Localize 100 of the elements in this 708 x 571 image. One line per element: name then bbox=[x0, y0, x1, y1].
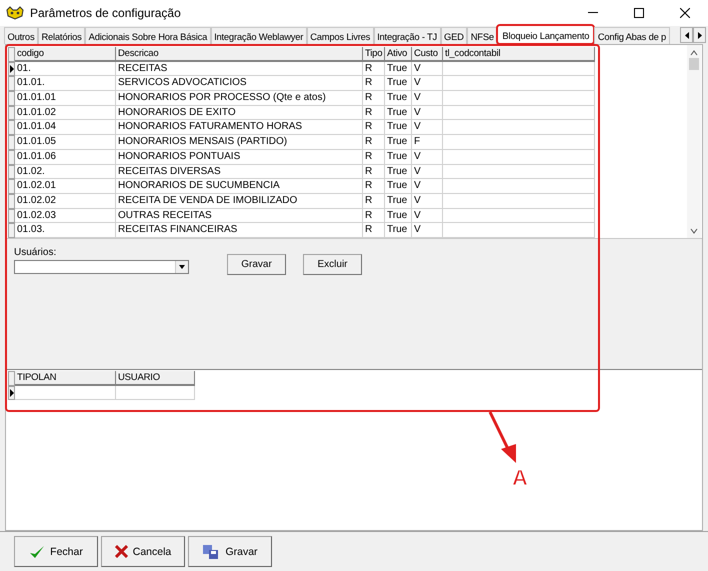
footer-button[interactable]: Gravar bbox=[188, 536, 272, 567]
tab[interactable]: Outros bbox=[4, 27, 38, 44]
table-cell: SERVICOS ADVOCATICIOS bbox=[116, 76, 363, 92]
cross-icon bbox=[114, 545, 128, 558]
tab[interactable]: Config Abas de p bbox=[594, 27, 670, 44]
scroll-right-button[interactable] bbox=[693, 27, 706, 43]
row-indicator[interactable] bbox=[8, 62, 15, 76]
table-cell: True bbox=[385, 120, 412, 136]
table-cell: V bbox=[412, 179, 443, 194]
check-icon bbox=[29, 544, 46, 558]
table-cell: True bbox=[385, 223, 412, 238]
table-cell: 01.01.04 bbox=[15, 120, 116, 136]
table-cell: HONORARIOS MENSAIS (PARTIDO) bbox=[116, 135, 363, 150]
right-arrow-icon bbox=[698, 32, 702, 38]
table-cell: 01.03. bbox=[15, 223, 116, 238]
tab[interactable]: Integração Weblawyer bbox=[210, 27, 307, 44]
table-cell: True bbox=[385, 179, 412, 194]
table-cell: True bbox=[385, 194, 412, 209]
table-cell: R bbox=[363, 76, 385, 92]
table-cell: R bbox=[363, 150, 385, 164]
dropdown-arrow-icon bbox=[179, 265, 185, 269]
close-icon[interactable] bbox=[680, 8, 690, 18]
row-indicator[interactable] bbox=[8, 386, 15, 400]
form-button[interactable]: Excluir bbox=[303, 254, 362, 275]
table-cell: V bbox=[412, 120, 443, 136]
app-logo-icon bbox=[6, 6, 24, 20]
tab[interactable]: GED bbox=[440, 27, 468, 44]
table-cell: 01. bbox=[15, 62, 116, 76]
table-cell: True bbox=[385, 76, 412, 92]
scroll-thumb[interactable] bbox=[689, 58, 699, 70]
users-dropdown[interactable] bbox=[14, 260, 189, 274]
table-cell: HONORARIOS DE EXITO bbox=[116, 106, 363, 120]
table-cell: 01.02.01 bbox=[15, 179, 116, 194]
table-cell: RECEITAS FINANCEIRAS bbox=[116, 223, 363, 238]
tab[interactable]: Adicionais Sobre Hora Básica bbox=[85, 27, 211, 44]
table-cell: True bbox=[385, 106, 412, 120]
table-cell: HONORARIOS FATURAMENTO HORAS bbox=[116, 120, 363, 136]
table-cell: HONORARIOS DE SUCUMBENCIA bbox=[116, 179, 363, 194]
column-header[interactable]: tl_codcontabil bbox=[443, 47, 595, 62]
table-cell: R bbox=[363, 62, 385, 76]
table-cell: R bbox=[363, 91, 385, 106]
table-cell: RECEITA DE VENDA DE IMOBILIZADO bbox=[116, 194, 363, 209]
column-header[interactable]: Ativo bbox=[385, 47, 412, 62]
footer-button[interactable]: Fechar bbox=[14, 536, 98, 567]
tab[interactable]: Relatórios bbox=[38, 27, 86, 44]
scroll-left-button[interactable] bbox=[680, 27, 693, 43]
table-cell: True bbox=[385, 135, 412, 150]
table-cell: V bbox=[412, 223, 443, 238]
column-header[interactable]: Custo bbox=[412, 47, 443, 62]
table-cell: 01.01.05 bbox=[15, 135, 116, 150]
column-header[interactable]: TIPOLAN bbox=[15, 371, 116, 386]
field-label: Usuários: bbox=[14, 247, 58, 258]
table-cell: R bbox=[363, 164, 385, 180]
table-cell: R bbox=[363, 179, 385, 194]
disks-icon bbox=[202, 544, 220, 560]
maximize-icon[interactable] bbox=[634, 8, 644, 18]
minimize-icon[interactable] bbox=[588, 12, 598, 14]
table-cell: R bbox=[363, 223, 385, 238]
table-cell: True bbox=[385, 164, 412, 180]
tab[interactable]: Campos Livres bbox=[306, 27, 374, 44]
table-cell: 01.01.01 bbox=[15, 91, 116, 106]
header-corner bbox=[8, 47, 15, 62]
column-header[interactable]: codigo bbox=[15, 47, 116, 62]
table-cell: R bbox=[363, 194, 385, 209]
table-cell: V bbox=[412, 164, 443, 180]
table-cell: 01.02.02 bbox=[15, 194, 116, 209]
table-cell: V bbox=[412, 208, 443, 224]
table-cell: V bbox=[412, 194, 443, 209]
table-cell: V bbox=[412, 62, 443, 76]
table-cell: R bbox=[363, 208, 385, 224]
tab[interactable]: Bloqueio Lançamento bbox=[497, 25, 594, 44]
column-header[interactable]: Descricao bbox=[116, 47, 363, 62]
table-cell: RECEITAS DIVERSAS bbox=[116, 164, 363, 180]
table-cell: 01.01. bbox=[15, 76, 116, 92]
table-cell: True bbox=[385, 208, 412, 224]
left-arrow-icon bbox=[684, 32, 688, 38]
table-cell: True bbox=[385, 91, 412, 106]
table-cell: V bbox=[412, 106, 443, 120]
column-header[interactable]: USUARIO bbox=[116, 371, 195, 386]
table-cell: V bbox=[412, 91, 443, 106]
table-cell: True bbox=[385, 150, 412, 164]
table-cell: V bbox=[412, 150, 443, 164]
current-row-icon bbox=[10, 65, 14, 74]
column-header[interactable]: Tipo bbox=[363, 47, 385, 62]
table-cell: HONORARIOS POR PROCESSO (Qte e atos) bbox=[116, 91, 363, 106]
table-cell: R bbox=[363, 135, 385, 150]
table-cell: 01.02.03 bbox=[15, 208, 116, 224]
table-cell: OUTRAS RECEITAS bbox=[116, 208, 363, 224]
tab[interactable]: NFSe bbox=[467, 27, 498, 44]
tab[interactable]: Integração - TJ bbox=[374, 27, 441, 44]
table-cell: 01.01.06 bbox=[15, 150, 116, 164]
current-row-icon bbox=[10, 389, 14, 398]
footer-button[interactable]: Cancela bbox=[101, 536, 185, 567]
window-title: Parâmetros de configuração bbox=[30, 6, 182, 20]
vertical-scrollbar[interactable] bbox=[687, 45, 701, 238]
table-cell: 01.02. bbox=[15, 164, 116, 180]
table-cell: 01.01.02 bbox=[15, 106, 116, 120]
table-cell: R bbox=[363, 120, 385, 136]
table-cell: R bbox=[363, 106, 385, 120]
form-button[interactable]: Gravar bbox=[227, 254, 286, 275]
